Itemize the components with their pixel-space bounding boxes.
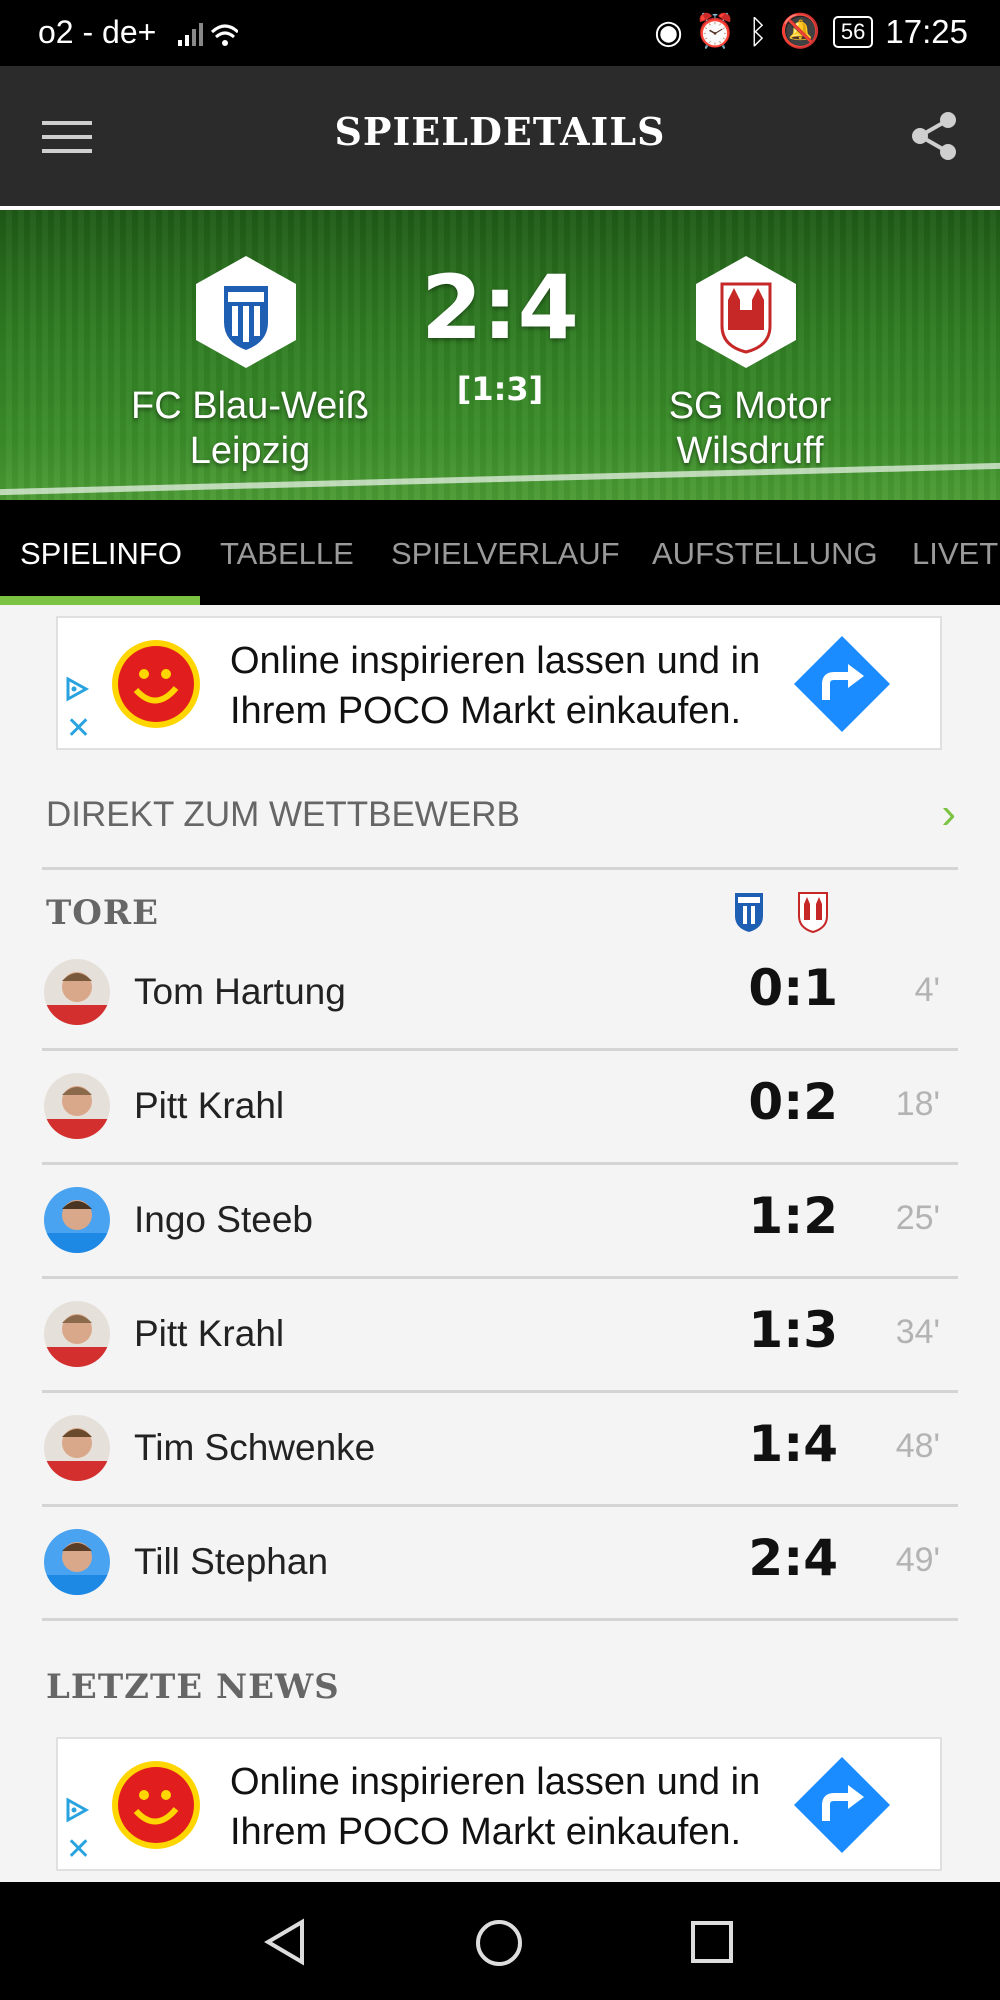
- system-nav-bar: [0, 1882, 1000, 2000]
- home-crest-small-icon: [735, 893, 763, 932]
- tab-spielverlauf[interactable]: SPIELVERLAUF: [391, 536, 620, 572]
- ad-line-1: Online inspirieren lassen und in: [230, 640, 761, 682]
- poco-logo-icon: [112, 1761, 200, 1849]
- recents-icon[interactable]: [690, 1920, 734, 1964]
- bluetooth-icon: ᛒ: [748, 12, 768, 50]
- home-icon[interactable]: [474, 1918, 524, 1968]
- goal-row[interactable]: Pitt Krahl 0:2 18': [42, 1051, 958, 1165]
- divider: [42, 867, 958, 870]
- goal-minute: 25': [895, 1199, 940, 1237]
- app-bar: SPIELDETAILS: [0, 66, 1000, 206]
- page-title: SPIELDETAILS: [334, 109, 666, 154]
- ad-close-icon[interactable]: ✕: [66, 1835, 91, 1865]
- player-avatar: [44, 1187, 110, 1253]
- directions-arrow-icon[interactable]: [792, 634, 892, 734]
- goal-row[interactable]: Pitt Krahl 1:3 34': [42, 1279, 958, 1393]
- player-avatar: [44, 1301, 110, 1367]
- goal-row[interactable]: Ingo Steeb 1:2 25': [42, 1165, 958, 1279]
- goal-minute: 49': [895, 1541, 940, 1579]
- home-team-crest-icon[interactable]: [194, 254, 298, 370]
- player-avatar: [44, 959, 110, 1025]
- player-avatar: [44, 1415, 110, 1481]
- competition-link-label: DIREKT ZUM WETTBEWERB: [46, 795, 520, 834]
- player-avatar: [44, 1529, 110, 1595]
- goal-scorer: Tim Schwenke: [134, 1427, 376, 1468]
- ad-close-icon[interactable]: ✕: [66, 714, 91, 744]
- ad-text: Online inspirieren lassen und in Ihrem P…: [230, 636, 760, 736]
- goal-minute: 48': [895, 1427, 940, 1465]
- news-section-title: LETZTE NEWS: [46, 1667, 340, 1707]
- adchoices-icon[interactable]: [64, 676, 90, 702]
- ad-line-2: Ihrem POCO Markt einkaufen.: [230, 690, 742, 732]
- clock: 17:25: [885, 12, 968, 50]
- goal-row[interactable]: Tom Hartung 0:1 4': [42, 937, 958, 1051]
- active-tab-indicator: [0, 596, 200, 605]
- ad-text: Online inspirieren lassen und in Ihrem P…: [230, 1757, 760, 1857]
- goal-scorer: Till Stephan: [134, 1541, 329, 1582]
- status-bar: o2 - de+ ◉ ⏰ ᛒ 🔕 56 17:25: [0, 0, 1000, 66]
- ad-banner[interactable]: ✕ Online inspirieren lassen und in Ihrem…: [56, 1737, 942, 1871]
- tab-bar: SPIELINFO TABELLE SPIELVERLAUF AUFSTELLU…: [0, 500, 1000, 605]
- tab-liveticker[interactable]: LIVET: [912, 536, 998, 572]
- carrier-label: o2 - de+: [38, 14, 157, 50]
- goal-minute: 4': [914, 971, 940, 1009]
- final-score: 2:4: [421, 256, 579, 359]
- directions-arrow-icon[interactable]: [792, 1755, 892, 1855]
- goal-minute: 18': [895, 1085, 940, 1123]
- away-crest-small-icon: [798, 892, 828, 934]
- adchoices-icon[interactable]: [64, 1797, 90, 1823]
- chevron-right-icon: ›: [941, 789, 956, 838]
- goal-scorer: Ingo Steeb: [134, 1199, 313, 1240]
- eye-icon: ◉: [654, 13, 683, 50]
- match-header: FC Blau-Weiß Leipzig 2:4 [1:3] SG Motor …: [0, 206, 1000, 504]
- goal-scorer: Pitt Krahl: [134, 1085, 285, 1126]
- mute-icon: 🔕: [779, 12, 821, 49]
- goal-score: 1:4: [748, 1415, 838, 1473]
- tab-aufstellung[interactable]: AUFSTELLUNG: [652, 536, 878, 572]
- ad-line-1: Online inspirieren lassen und in: [230, 1761, 761, 1803]
- player-avatar: [44, 1073, 110, 1139]
- halftime-score: [1:3]: [456, 370, 544, 408]
- ad-line-2: Ihrem POCO Markt einkaufen.: [230, 1811, 742, 1853]
- competition-link[interactable]: DIREKT ZUM WETTBEWERB ›: [0, 765, 1000, 865]
- goal-score: 1:2: [748, 1187, 838, 1245]
- ad-banner[interactable]: ✕ Online inspirieren lassen und in Ihrem…: [56, 616, 942, 750]
- away-team-crest-icon[interactable]: [694, 254, 798, 370]
- tab-tabelle[interactable]: TABELLE: [220, 536, 354, 572]
- battery-indicator: 56: [832, 15, 874, 48]
- goals-section-title: TORE: [46, 893, 160, 933]
- goal-score: 0:1: [748, 959, 838, 1017]
- goal-scorer: Pitt Krahl: [134, 1313, 285, 1354]
- poco-logo-icon: [112, 640, 200, 728]
- goal-score: 0:2: [748, 1073, 838, 1131]
- goal-score: 1:3: [748, 1301, 838, 1359]
- share-icon[interactable]: [910, 110, 958, 162]
- alarm-icon: ⏰: [694, 12, 737, 49]
- back-icon[interactable]: [262, 1918, 308, 1966]
- goal-scorer: Tom Hartung: [134, 971, 346, 1012]
- home-team-name[interactable]: FC Blau-Weiß Leipzig: [100, 384, 400, 474]
- signal-wifi-icon: [178, 23, 238, 46]
- status-right: ◉ ⏰ ᛒ 🔕 56 17:25: [654, 12, 968, 51]
- goal-score: 2:4: [748, 1529, 838, 1587]
- tab-spielinfo[interactable]: SPIELINFO: [20, 536, 182, 572]
- goal-minute: 34': [895, 1313, 940, 1351]
- goal-row[interactable]: Tim Schwenke 1:4 48': [42, 1393, 958, 1507]
- away-team-name[interactable]: SG Motor Wilsdruff: [600, 384, 900, 474]
- goal-row[interactable]: Till Stephan 2:4 49': [42, 1507, 958, 1621]
